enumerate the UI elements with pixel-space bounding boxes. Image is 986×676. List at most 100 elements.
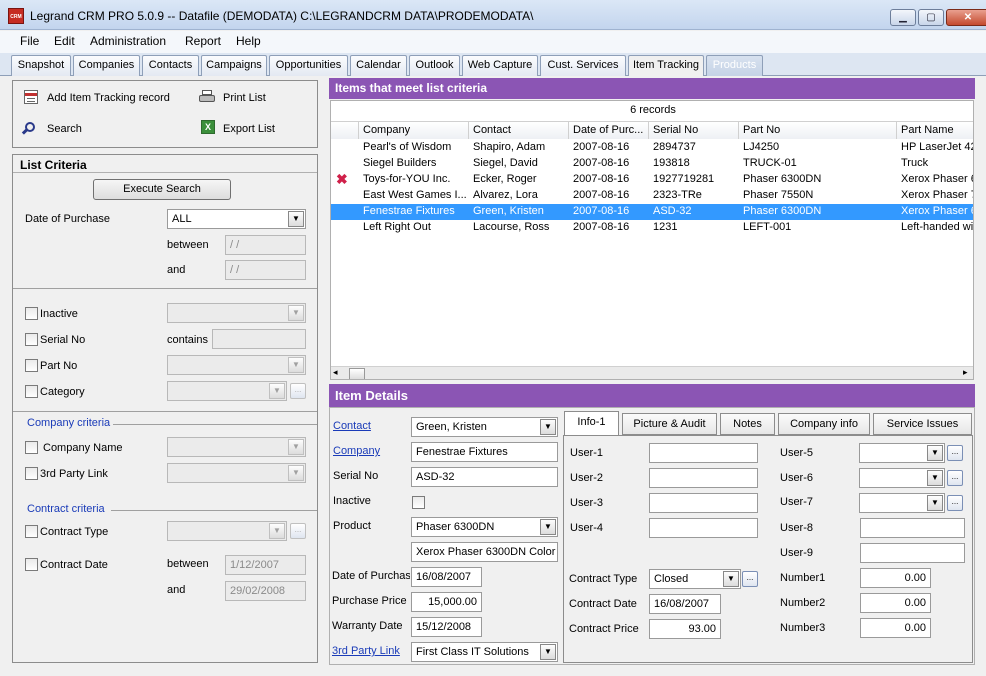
- contract-date-from-field[interactable]: 1/12/2007: [225, 555, 306, 575]
- minimize-button[interactable]: ▁: [890, 9, 916, 26]
- tab-snapshot[interactable]: Snapshot: [11, 55, 71, 76]
- number-2-field[interactable]: 0.00: [860, 593, 931, 613]
- product-description-field[interactable]: Xerox Phaser 6300DN Color D: [411, 542, 558, 562]
- date-of-purchase-select[interactable]: ALL ▼: [167, 209, 306, 229]
- date-from-field[interactable]: / /: [225, 235, 306, 255]
- date-of-purchase-field[interactable]: 16/08/2007: [411, 567, 482, 587]
- serial-no-field[interactable]: ASD-32: [411, 467, 558, 487]
- tab-products[interactable]: Products: [706, 55, 763, 76]
- part-no-checkbox[interactable]: [25, 359, 38, 372]
- part-no-select[interactable]: ▼: [167, 355, 306, 375]
- category-ellipsis-button[interactable]: ...: [290, 383, 306, 399]
- menu-file[interactable]: File: [20, 34, 39, 48]
- search-link[interactable]: Search: [47, 123, 82, 135]
- dropdown-arrow-icon[interactable]: ▼: [927, 470, 943, 486]
- menu-edit[interactable]: Edit: [54, 34, 75, 48]
- dropdown-arrow-icon[interactable]: ▼: [540, 519, 556, 535]
- dropdown-arrow-icon[interactable]: ▼: [927, 495, 943, 511]
- third-party-select[interactable]: First Class IT Solutions ▼: [411, 642, 558, 662]
- table-row[interactable]: East West Games I... Alvarez, Lora 2007-08…: [331, 188, 973, 204]
- table-row[interactable]: Siegel Builders Siegel, David 2007-08-16 19…: [331, 156, 973, 172]
- table-row[interactable]: Pearl's of Wisdom Shapiro, Adam 2007-08-16…: [331, 140, 973, 156]
- dropdown-arrow-icon[interactable]: ▼: [269, 523, 285, 539]
- table-row[interactable]: Fenestrae Fixtures Green, Kristen 2007-08-…: [331, 204, 973, 220]
- dropdown-arrow-icon[interactable]: ▼: [288, 211, 304, 227]
- purchase-price-field[interactable]: 15,000.00: [411, 592, 482, 612]
- menu-administration[interactable]: Administration: [90, 34, 166, 48]
- contract-date-field[interactable]: 16/08/2007: [649, 594, 721, 614]
- menu-help[interactable]: Help: [236, 34, 261, 48]
- number-3-field[interactable]: 0.00: [860, 618, 931, 638]
- user-5-select[interactable]: ▼: [859, 443, 945, 463]
- dropdown-arrow-icon[interactable]: ▼: [927, 445, 943, 461]
- col-part-name[interactable]: Part Name: [897, 122, 973, 139]
- tab-item-tracking[interactable]: Item Tracking: [628, 55, 704, 76]
- dropdown-arrow-icon[interactable]: ▼: [723, 571, 739, 587]
- tab-notes[interactable]: Notes: [720, 413, 775, 435]
- scroll-thumb[interactable]: [349, 368, 365, 379]
- maximize-button[interactable]: ▢: [918, 9, 944, 26]
- inactive-select[interactable]: ▼: [167, 303, 306, 323]
- tab-opportunities[interactable]: Opportunities: [269, 55, 348, 76]
- contract-price-field[interactable]: 93.00: [649, 619, 721, 639]
- col-date[interactable]: Date of Purc...: [569, 122, 649, 139]
- contract-type-select[interactable]: ▼: [167, 521, 287, 541]
- col-part-no[interactable]: Part No: [739, 122, 897, 139]
- warranty-date-field[interactable]: 15/12/2008: [411, 617, 482, 637]
- tab-picture-audit[interactable]: Picture & Audit: [622, 413, 717, 435]
- export-excel-icon[interactable]: X: [201, 120, 215, 134]
- scroll-left-icon[interactable]: ◂: [333, 367, 338, 378]
- export-list-link[interactable]: Export List: [223, 123, 275, 135]
- serial-no-field[interactable]: [212, 329, 306, 349]
- category-checkbox[interactable]: [25, 385, 38, 398]
- add-record-link[interactable]: Add Item Tracking record: [47, 92, 170, 104]
- tab-campaigns[interactable]: Campaigns: [201, 55, 267, 76]
- contract-date-to-field[interactable]: 29/02/2008: [225, 581, 306, 601]
- user-1-field[interactable]: [649, 443, 758, 463]
- tab-info-1[interactable]: Info-1: [564, 411, 619, 435]
- execute-search-button[interactable]: Execute Search: [93, 179, 231, 200]
- dropdown-arrow-icon[interactable]: ▼: [288, 439, 304, 455]
- company-name-checkbox[interactable]: [25, 441, 38, 454]
- table-row[interactable]: ✖ Toys-for-YOU Inc. Ecker, Roger 2007-08-16…: [331, 172, 973, 188]
- user-9-field[interactable]: [860, 543, 965, 563]
- contract-date-checkbox[interactable]: [25, 558, 38, 571]
- serial-no-checkbox[interactable]: [25, 333, 38, 346]
- product-select[interactable]: Phaser 6300DN ▼: [411, 517, 558, 537]
- tab-service-issues[interactable]: Service Issues: [873, 413, 972, 435]
- dropdown-arrow-icon[interactable]: ▼: [269, 383, 285, 399]
- user-7-ellipsis-button[interactable]: ...: [947, 495, 963, 511]
- col-company[interactable]: Company: [359, 122, 469, 139]
- tab-outlook[interactable]: Outlook: [409, 55, 460, 76]
- col-contact[interactable]: Contact: [469, 122, 569, 139]
- tab-web-capture[interactable]: Web Capture: [462, 55, 538, 76]
- date-to-field[interactable]: / /: [225, 260, 306, 280]
- contact-select[interactable]: Green, Kristen ▼: [411, 417, 558, 437]
- number-1-field[interactable]: 0.00: [860, 568, 931, 588]
- contract-type-ellipsis-button[interactable]: ...: [290, 523, 306, 539]
- add-record-icon[interactable]: [24, 90, 38, 104]
- dropdown-arrow-icon[interactable]: ▼: [540, 419, 556, 435]
- inactive-checkbox[interactable]: [412, 496, 425, 509]
- dropdown-arrow-icon[interactable]: ▼: [288, 465, 304, 481]
- contract-type-ellipsis-button[interactable]: ...: [742, 571, 758, 587]
- menu-report[interactable]: Report: [185, 34, 221, 48]
- horizontal-scrollbar[interactable]: ◂ ▸: [331, 366, 973, 379]
- category-select[interactable]: ▼: [167, 381, 287, 401]
- dropdown-arrow-icon[interactable]: ▼: [288, 305, 304, 321]
- table-row[interactable]: Left Right Out Lacourse, Ross 2007-08-16 12…: [331, 220, 973, 236]
- user-6-select[interactable]: ▼: [859, 468, 945, 488]
- contract-type-checkbox[interactable]: [25, 525, 38, 538]
- dropdown-arrow-icon[interactable]: ▼: [540, 644, 556, 660]
- contract-type-select[interactable]: Closed ▼: [649, 569, 741, 589]
- third-party-select[interactable]: ▼: [167, 463, 306, 483]
- print-list-link[interactable]: Print List: [223, 92, 266, 104]
- company-link[interactable]: Company: [333, 445, 380, 457]
- tab-cust-services[interactable]: Cust. Services: [540, 55, 626, 76]
- user-7-select[interactable]: ▼: [859, 493, 945, 513]
- inactive-checkbox[interactable]: [25, 307, 38, 320]
- tab-companies[interactable]: Companies: [73, 55, 140, 76]
- tab-calendar[interactable]: Calendar: [350, 55, 407, 76]
- tab-contacts[interactable]: Contacts: [142, 55, 199, 76]
- company-field[interactable]: Fenestrae Fixtures: [411, 442, 558, 462]
